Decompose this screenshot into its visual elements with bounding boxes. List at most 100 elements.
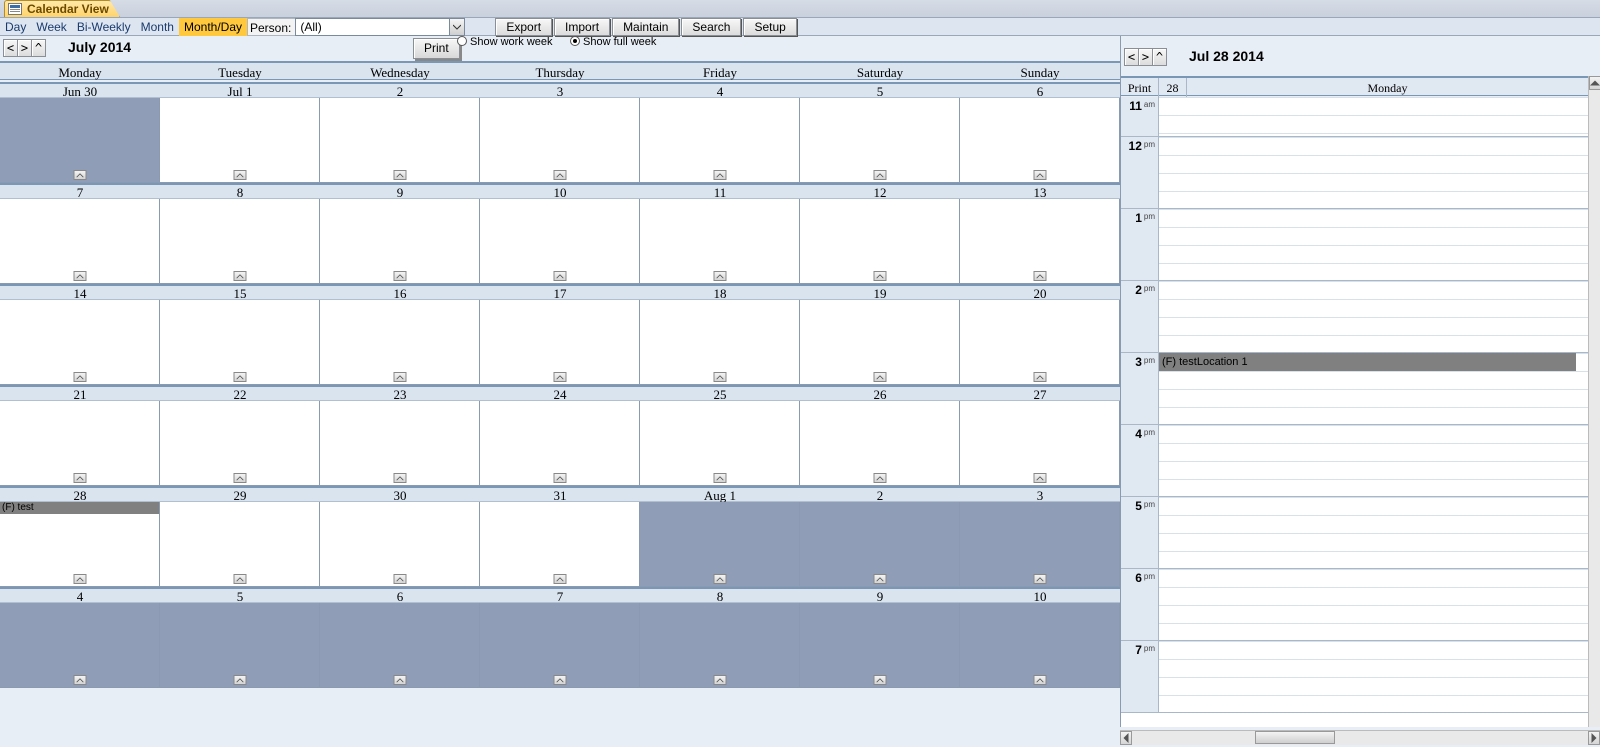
expand-icon[interactable] (1033, 170, 1046, 180)
radio-work-week[interactable]: Show work week (457, 36, 553, 48)
expand-icon[interactable] (713, 372, 726, 382)
day-cell[interactable] (160, 199, 320, 284)
expand-icon[interactable] (553, 675, 566, 685)
expand-icon[interactable] (393, 170, 406, 180)
hour-slot[interactable] (1159, 641, 1588, 712)
day-cell[interactable] (960, 603, 1120, 688)
day-cell[interactable] (480, 199, 640, 284)
expand-icon[interactable] (1033, 675, 1046, 685)
hour-slot[interactable] (1159, 137, 1588, 208)
expand-icon[interactable] (233, 170, 246, 180)
day-cell[interactable] (0, 199, 160, 284)
radio-full-week[interactable]: Show full week (570, 36, 656, 48)
setup-button[interactable]: Setup (743, 18, 796, 36)
scroll-thumb[interactable] (1255, 731, 1335, 744)
expand-icon[interactable] (713, 675, 726, 685)
view-week[interactable]: Week (31, 18, 71, 36)
expand-icon[interactable] (73, 170, 86, 180)
expand-icon[interactable] (1033, 473, 1046, 483)
day-cell[interactable] (800, 502, 960, 587)
day-nav-today[interactable]: ^ (1152, 48, 1167, 66)
expand-icon[interactable] (393, 675, 406, 685)
expand-icon[interactable] (553, 170, 566, 180)
day-cell[interactable] (480, 98, 640, 183)
day-cell[interactable] (960, 98, 1120, 183)
vertical-scrollbar[interactable] (1588, 76, 1600, 727)
day-cell[interactable] (800, 199, 960, 284)
view-monthday[interactable]: Month/Day (179, 18, 247, 36)
day-cell[interactable] (640, 98, 800, 183)
export-button[interactable]: Export (495, 18, 552, 36)
expand-icon[interactable] (873, 271, 886, 281)
day-cell[interactable] (160, 603, 320, 688)
day-cell[interactable] (320, 98, 480, 183)
horizontal-scrollbar[interactable] (1120, 730, 1600, 745)
expand-icon[interactable] (233, 271, 246, 281)
day-cell[interactable] (960, 300, 1120, 385)
day-nav-prev[interactable]: < (1124, 48, 1139, 66)
day-cell[interactable] (960, 199, 1120, 284)
search-button[interactable]: Search (681, 18, 741, 36)
day-cell[interactable] (480, 502, 640, 587)
day-print-button[interactable]: Print (1121, 78, 1159, 98)
day-cell[interactable] (800, 300, 960, 385)
person-select[interactable]: (All) (295, 18, 465, 36)
day-cell[interactable] (160, 300, 320, 385)
day-cell[interactable] (0, 603, 160, 688)
hour-slot[interactable] (1159, 569, 1588, 640)
import-button[interactable]: Import (554, 18, 610, 36)
expand-icon[interactable] (553, 372, 566, 382)
day-cell[interactable] (160, 401, 320, 486)
day-cell[interactable] (0, 98, 160, 183)
expand-icon[interactable] (73, 372, 86, 382)
expand-icon[interactable] (873, 473, 886, 483)
day-cell[interactable] (320, 300, 480, 385)
expand-icon[interactable] (393, 372, 406, 382)
day-cell[interactable] (800, 603, 960, 688)
expand-icon[interactable] (1033, 271, 1046, 281)
expand-icon[interactable] (873, 675, 886, 685)
expand-icon[interactable] (393, 574, 406, 584)
expand-icon[interactable] (73, 574, 86, 584)
expand-icon[interactable] (73, 473, 86, 483)
scroll-right-icon[interactable] (1588, 731, 1600, 745)
day-cell[interactable] (640, 502, 800, 587)
day-cell[interactable] (0, 401, 160, 486)
view-biweekly[interactable]: Bi-Weekly (72, 18, 136, 36)
expand-icon[interactable] (393, 271, 406, 281)
day-cell[interactable] (320, 603, 480, 688)
month-nav-next[interactable]: > (17, 39, 32, 57)
expand-icon[interactable] (233, 473, 246, 483)
expand-icon[interactable] (1033, 372, 1046, 382)
hour-slot[interactable] (1159, 425, 1588, 496)
day-cell[interactable] (800, 401, 960, 486)
expand-icon[interactable] (873, 574, 886, 584)
expand-icon[interactable] (233, 372, 246, 382)
day-cell[interactable] (320, 502, 480, 587)
expand-icon[interactable] (713, 574, 726, 584)
expand-icon[interactable] (73, 675, 86, 685)
day-cell[interactable] (320, 199, 480, 284)
day-cell[interactable] (960, 401, 1120, 486)
expand-icon[interactable] (393, 473, 406, 483)
hour-slot[interactable] (1159, 97, 1588, 136)
day-cell[interactable] (640, 401, 800, 486)
scroll-left-icon[interactable] (1120, 731, 1132, 745)
expand-icon[interactable] (713, 170, 726, 180)
tab-calendar-view[interactable]: Calendar View (4, 0, 120, 17)
day-cell[interactable] (480, 401, 640, 486)
day-cell[interactable] (480, 300, 640, 385)
expand-icon[interactable] (1033, 574, 1046, 584)
day-cell[interactable] (960, 502, 1120, 587)
expand-icon[interactable] (873, 372, 886, 382)
scroll-up-icon[interactable] (1589, 76, 1600, 90)
hour-slot[interactable] (1159, 497, 1588, 568)
expand-icon[interactable] (553, 473, 566, 483)
month-nav-today[interactable]: ^ (31, 39, 46, 57)
expand-icon[interactable] (233, 574, 246, 584)
day-cell[interactable] (640, 603, 800, 688)
expand-icon[interactable] (73, 271, 86, 281)
month-print-button[interactable]: Print (413, 38, 460, 59)
maintain-button[interactable]: Maintain (612, 18, 679, 36)
day-cell[interactable]: (F) test (0, 502, 160, 587)
